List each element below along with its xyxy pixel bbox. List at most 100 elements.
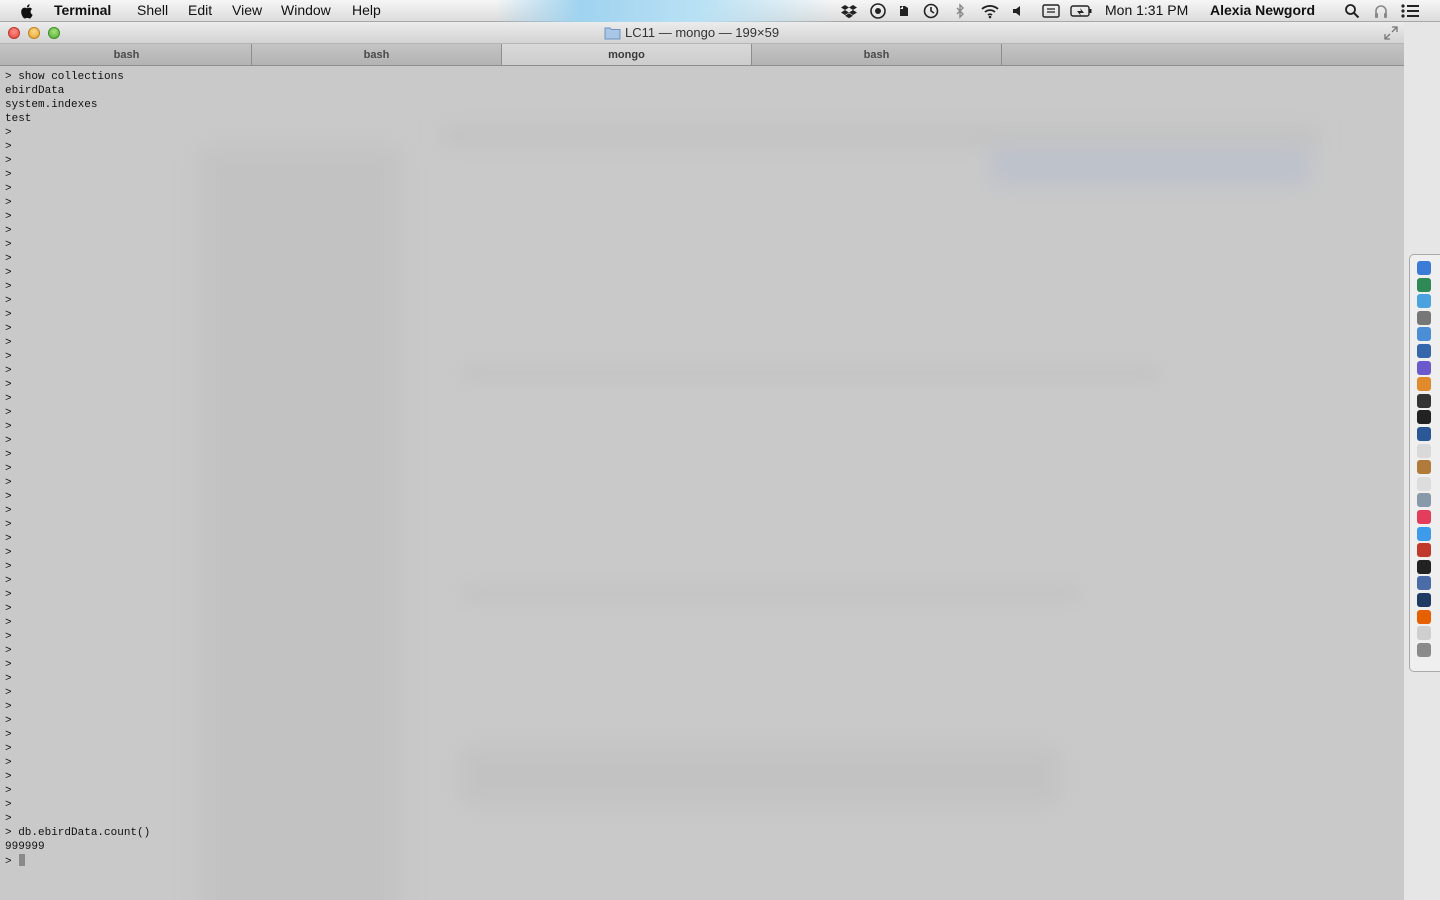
menu-window[interactable]: Window — [281, 2, 331, 18]
input-menu-icon[interactable] — [1042, 3, 1060, 19]
terminal-line: > — [5, 813, 12, 825]
terminal-line: > — [5, 785, 12, 797]
terminal-line: system.indexes — [5, 99, 98, 111]
tab-bar: bash bash mongo bash — [0, 44, 1404, 66]
launchpad-icon[interactable] — [1417, 277, 1431, 292]
background-blur-shape — [460, 746, 1060, 806]
terminal-line: > — [5, 323, 12, 335]
terminal-output: > show collections ebirdData system.indexe… — [5, 70, 150, 868]
contacts-icon[interactable] — [1417, 460, 1431, 475]
menu-help[interactable]: Help — [352, 2, 381, 18]
word-icon[interactable] — [1417, 427, 1431, 441]
menu-edit[interactable]: Edit — [188, 2, 212, 18]
battery-icon[interactable] — [1070, 3, 1092, 19]
photo-booth-icon[interactable] — [1417, 393, 1431, 408]
kindle-icon[interactable] — [1417, 593, 1431, 607]
terminal-line: > — [5, 225, 12, 237]
terminal-line: > — [5, 337, 12, 349]
calendar-icon[interactable] — [1417, 476, 1431, 491]
window-title-bar[interactable]: LC11 — mongo — 199×59 — [0, 22, 1404, 44]
fullscreen-icon[interactable] — [1384, 26, 1398, 40]
background-blur-shape — [460, 366, 1160, 380]
terminal-line: > — [5, 533, 12, 545]
zoom-button[interactable] — [48, 27, 60, 39]
notification-center-icon[interactable] — [1400, 3, 1420, 19]
menu-clock[interactable]: Mon 1:31 PM — [1105, 2, 1188, 18]
messages-icon[interactable] — [1417, 526, 1431, 541]
terminal-line: > — [5, 141, 12, 153]
terminal-line: > show collections — [5, 71, 124, 83]
terminal-line: > — [5, 659, 12, 671]
finder-icon[interactable] — [1417, 261, 1431, 275]
terminal-line: > — [5, 757, 12, 769]
console-icon[interactable] — [1417, 559, 1431, 574]
safari-icon[interactable] — [1417, 294, 1431, 309]
terminal-line: > — [5, 617, 12, 629]
sync-icon[interactable] — [870, 3, 886, 19]
close-button[interactable] — [8, 27, 20, 39]
terminal-line: > — [5, 267, 12, 279]
terminal-line: > — [5, 239, 12, 251]
terminal-line: > — [5, 449, 12, 461]
tab-mongo[interactable]: mongo — [502, 44, 752, 65]
terminal-line: > — [5, 645, 12, 657]
terminal-line: > — [5, 854, 150, 868]
terminal-line: > db.ebirdData.count() — [5, 827, 151, 839]
apple-menu-icon[interactable] — [18, 2, 36, 20]
spotlight-icon[interactable] — [1344, 3, 1360, 19]
documents-icon[interactable] — [1417, 626, 1431, 641]
menu-bar: Terminal Shell Edit View Window Help Mon… — [0, 0, 1440, 22]
tab-bash-3[interactable]: bash — [752, 44, 1002, 65]
minimize-button[interactable] — [28, 27, 40, 39]
headphones-icon[interactable] — [1373, 3, 1389, 19]
terminal-line: > — [5, 729, 12, 741]
terminal-line: > — [5, 771, 12, 783]
menu-user-name[interactable]: Alexia Newgord — [1210, 2, 1315, 18]
background-blur-shape — [460, 586, 1080, 600]
volume-icon[interactable] — [1010, 3, 1026, 19]
menu-shell[interactable]: Shell — [137, 2, 168, 18]
terminal-line: > — [5, 477, 12, 489]
pages-icon[interactable] — [1417, 377, 1431, 392]
terminal-line: > — [5, 435, 12, 447]
app-store-icon[interactable] — [1417, 344, 1431, 358]
tab-bash-2[interactable]: bash — [252, 44, 502, 65]
terminal-line: > — [5, 421, 12, 433]
terminal-content[interactable]: > show collections ebirdData system.indexe… — [0, 66, 1404, 900]
mail-icon[interactable] — [1417, 327, 1431, 342]
menu-bar-wallpaper — [495, 0, 835, 22]
wifi-icon[interactable] — [980, 3, 1000, 19]
system-preferences-icon[interactable] — [1417, 310, 1431, 325]
terminal-line: > — [5, 463, 12, 475]
terminal-line: > — [5, 799, 12, 811]
itunes-icon[interactable] — [1417, 510, 1431, 524]
terminal-window: LC11 — mongo — 199×59 bash bash mongo ba… — [0, 22, 1404, 900]
menu-app-name[interactable]: Terminal — [54, 2, 111, 18]
terminal-line: > — [5, 393, 12, 405]
terminal-line: > — [5, 575, 12, 587]
dropbox-icon[interactable] — [841, 3, 857, 19]
terminal-line: > — [5, 519, 12, 531]
bluetooth-icon[interactable] — [952, 3, 968, 19]
firefox-icon[interactable] — [1417, 609, 1431, 624]
trash-icon[interactable] — [1417, 642, 1431, 657]
terminal-line: > — [5, 743, 12, 755]
terminal-line: > — [5, 687, 12, 699]
preview-icon[interactable] — [1417, 493, 1431, 508]
imovie-icon[interactable] — [1417, 360, 1431, 375]
terminal-line: > — [5, 169, 12, 181]
skype-icon[interactable] — [1417, 543, 1431, 558]
terminal-line: > — [5, 155, 12, 167]
virtualbox-icon[interactable] — [1417, 576, 1431, 591]
background-blur-shape — [990, 146, 1310, 186]
evernote-icon[interactable] — [897, 3, 913, 19]
terminal-line: > — [5, 127, 12, 139]
time-machine-icon[interactable] — [923, 3, 939, 19]
menu-view[interactable]: View — [232, 2, 262, 18]
tab-bash-1[interactable]: bash — [2, 44, 252, 65]
chrome-icon[interactable] — [1417, 443, 1431, 458]
terminal-icon[interactable] — [1417, 410, 1431, 425]
terminal-line: > — [5, 379, 12, 391]
terminal-line: > — [5, 197, 12, 209]
dock — [1409, 254, 1440, 672]
